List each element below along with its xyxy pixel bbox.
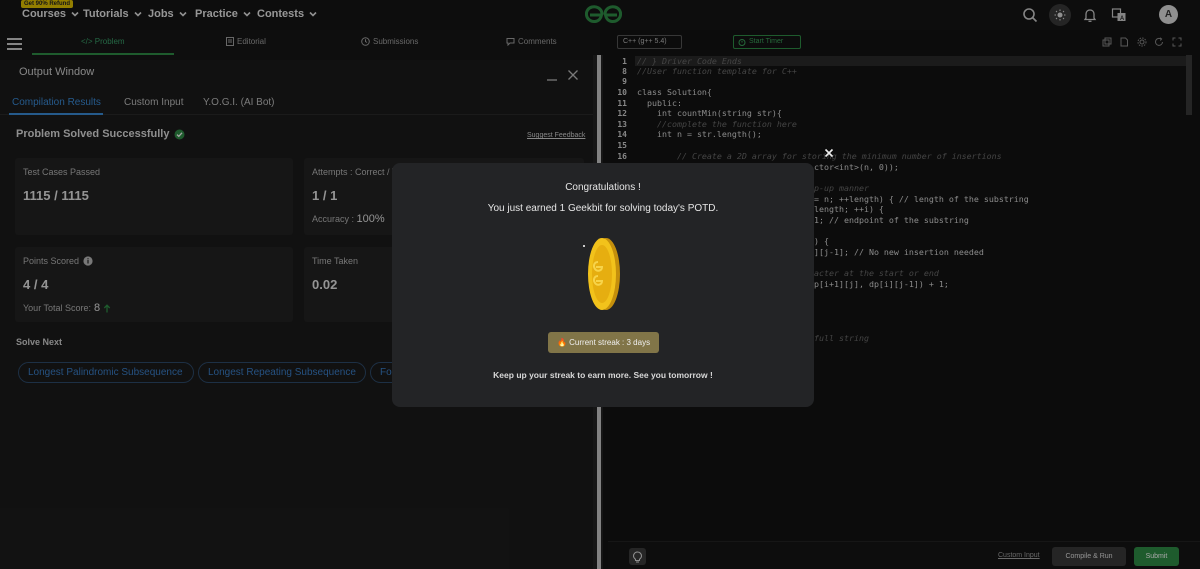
- streak-text: Current streak : 3 days: [569, 338, 651, 347]
- modal-title: Congratulations !: [565, 182, 641, 193]
- modal-message: You just earned 1 Geekbit for solving to…: [487, 203, 719, 214]
- geekbit-coin-icon: [583, 238, 620, 310]
- flame-icon: 🔥: [556, 338, 567, 347]
- streak-badge: 🔥 Current streak : 3 days: [548, 332, 659, 353]
- close-icon[interactable]: [824, 148, 834, 158]
- modal-footer-text: Keep up your streak to earn more. See yo…: [493, 370, 713, 380]
